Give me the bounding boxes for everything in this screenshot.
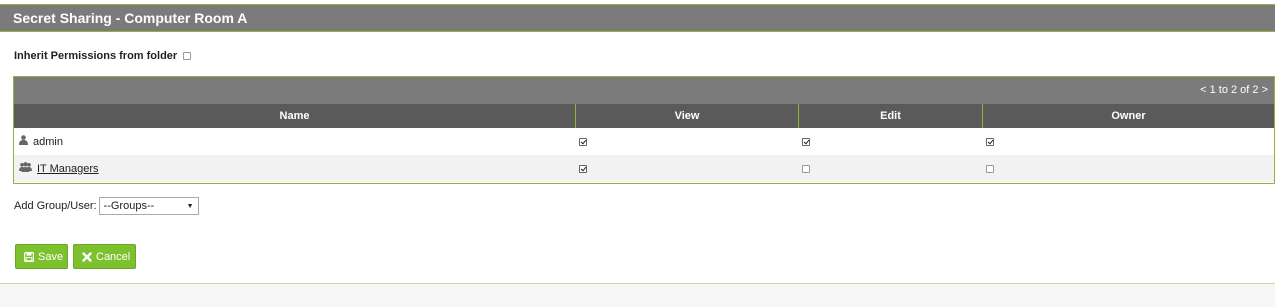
table-row: IT Managers <box>14 155 1274 182</box>
view-cell <box>576 155 799 182</box>
save-button-label: Save <box>38 250 64 263</box>
inherit-permissions-row: Inherit Permissions from folder <box>14 49 192 63</box>
owner-cell <box>983 128 1274 155</box>
edit-checkbox[interactable] <box>802 137 810 146</box>
cancel-button[interactable]: Cancel <box>73 244 136 269</box>
inherit-permissions-label: Inherit Permissions from folder <box>14 50 178 62</box>
owner-cell <box>983 155 1274 182</box>
close-icon <box>82 251 92 262</box>
view-cell <box>576 128 799 155</box>
principal-name-link[interactable]: IT Managers <box>37 163 99 175</box>
edit-cell <box>799 155 983 182</box>
groups-select-value: --Groups-- <box>103 200 155 212</box>
name-cell: IT Managers <box>14 155 576 182</box>
pager[interactable]: < 1 to 2 of 2 > <box>14 77 1274 104</box>
view-checkbox[interactable] <box>579 164 587 173</box>
groups-select[interactable]: --Groups-- ▼ <box>98 197 199 215</box>
owner-checkbox[interactable] <box>986 137 994 146</box>
table-row: admin <box>14 128 1274 155</box>
floppy-disk-icon <box>24 251 34 262</box>
column-header-name[interactable]: Name <box>14 104 576 128</box>
owner-checkbox[interactable] <box>986 164 994 173</box>
view-checkbox[interactable] <box>579 137 587 146</box>
add-group-user-row: Add Group/User: --Groups-- ▼ <box>14 197 199 215</box>
dropdown-arrow-icon: ▼ <box>186 202 194 210</box>
permissions-grid: < 1 to 2 of 2 > Name View Edit Owner adm… <box>13 76 1275 184</box>
cancel-button-label: Cancel <box>96 250 131 263</box>
column-header-view[interactable]: View <box>576 104 799 128</box>
inherit-permissions-checkbox[interactable] <box>183 52 192 60</box>
add-group-user-label: Add Group/User: <box>14 200 97 212</box>
save-button[interactable]: Save <box>15 244 68 269</box>
footer-area <box>0 283 1275 307</box>
principal-name: admin <box>33 135 63 148</box>
edit-cell <box>799 128 983 155</box>
column-header-owner[interactable]: Owner <box>983 104 1274 128</box>
group-icon <box>19 162 32 175</box>
window-title: Secret Sharing - Computer Room A <box>0 4 1275 32</box>
grid-header: Name View Edit Owner <box>14 104 1274 128</box>
edit-checkbox[interactable] <box>802 164 810 173</box>
name-cell: admin <box>14 128 576 155</box>
column-header-edit[interactable]: Edit <box>799 104 983 128</box>
user-icon <box>19 135 28 148</box>
